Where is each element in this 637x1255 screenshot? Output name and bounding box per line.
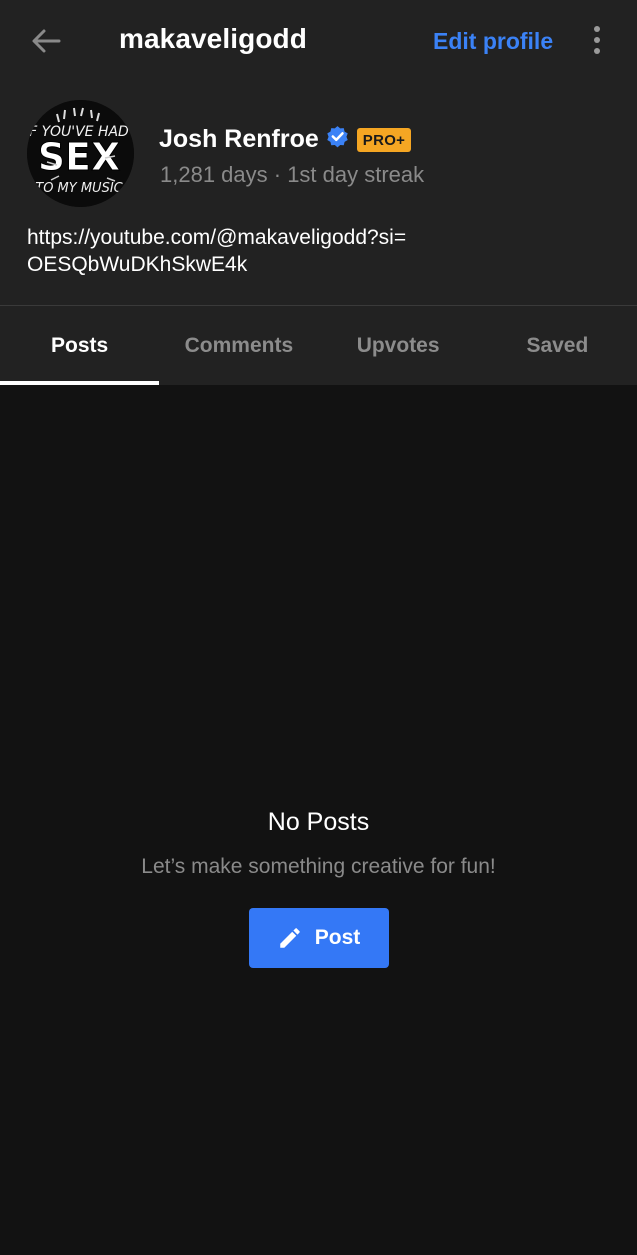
empty-state-title: No Posts	[267, 808, 370, 836]
profile-username: makaveligodd	[119, 23, 307, 54]
tab-upvotes[interactable]: Upvotes	[319, 306, 478, 385]
tab-comments[interactable]: Comments	[159, 306, 318, 385]
bio-line-2: OESQbWuDKhSkwE4k	[27, 253, 248, 276]
more-options-button[interactable]	[586, 22, 608, 58]
tab-saved[interactable]: Saved	[478, 306, 637, 385]
pro-plus-badge: PRO+	[357, 128, 411, 152]
tab-posts[interactable]: Posts	[0, 306, 160, 385]
top-bar: makaveligodd Edit profile	[0, 0, 637, 82]
profile-bio[interactable]: https://youtube.com/@makaveligodd?si= OE…	[0, 210, 637, 305]
streak-text: 1,281 days · 1st day streak	[160, 162, 425, 187]
empty-state-subtitle: Let’s make something creative for fun!	[141, 855, 496, 878]
more-vertical-icon	[594, 26, 600, 32]
post-button-label: Post	[314, 926, 361, 949]
profile-tabs: Posts Comments Upvotes Saved	[0, 306, 637, 385]
empty-state: No Posts Let’s make something creative f…	[0, 808, 637, 968]
avatar[interactable]: F YOU'VE HAD SEX TO MY MUSIC	[27, 100, 134, 207]
display-name: Josh Renfroe	[159, 125, 319, 153]
pencil-icon	[279, 928, 300, 948]
arrow-left-icon	[32, 29, 61, 53]
profile-info: F YOU'VE HAD SEX TO MY MUSIC Josh Renfro…	[0, 82, 637, 210]
profile-header: makaveligodd Edit profile F YOU'VE HAD S…	[0, 0, 637, 385]
create-post-button[interactable]: Post	[248, 908, 389, 968]
back-button[interactable]	[28, 24, 64, 58]
profile-screen: makaveligodd Edit profile F YOU'VE HAD S…	[0, 0, 637, 1255]
bio-line-1: https://youtube.com/@makaveligodd?si=	[27, 226, 407, 249]
edit-profile-button[interactable]: Edit profile	[433, 28, 553, 55]
verified-badge-icon	[327, 126, 348, 148]
avatar-text-bottom: TO MY MUSIC	[35, 181, 123, 196]
